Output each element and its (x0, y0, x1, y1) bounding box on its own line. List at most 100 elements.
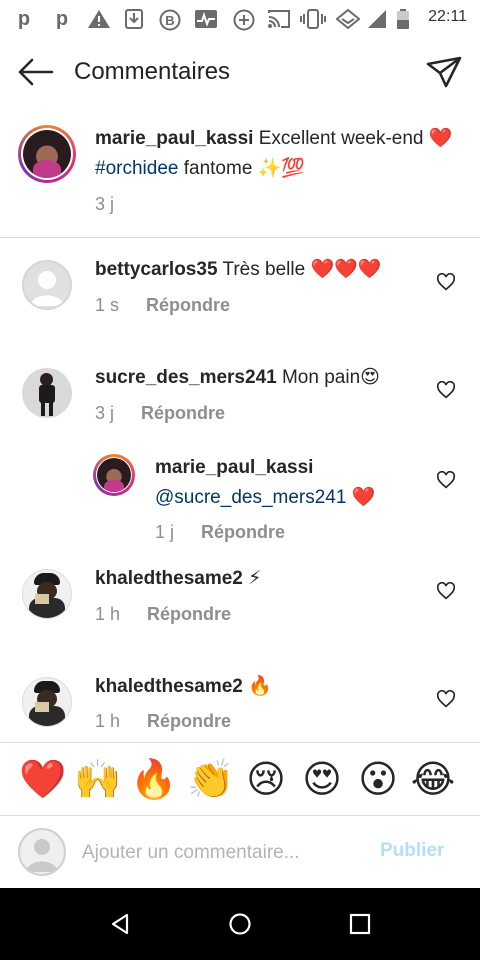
comment-time: 1 j (155, 522, 175, 542)
heart-outline-icon (436, 380, 456, 399)
default-avatar-icon (26, 839, 58, 872)
comment-meta: 1 j Répondre (155, 522, 285, 543)
comment-input[interactable] (82, 836, 362, 870)
comment-body: ❤️ (346, 487, 376, 508)
pulse-icon (194, 9, 218, 29)
reply-button[interactable]: Répondre (147, 604, 231, 624)
divider (0, 815, 480, 816)
download-icon (124, 9, 144, 29)
comment-time: 1 h (95, 711, 121, 731)
page-title: Commentaires (74, 58, 231, 85)
avatar (23, 130, 71, 178)
nav-recents-button[interactable] (348, 912, 372, 936)
emoji-laughing-button[interactable]: 😂 (409, 756, 457, 804)
avatar (97, 458, 131, 492)
nav-home-button[interactable] (228, 912, 252, 936)
avatar[interactable] (22, 677, 72, 727)
avatar-story-ring[interactable] (93, 454, 135, 496)
own-avatar (18, 828, 66, 876)
caption-time: 3 j (95, 194, 115, 214)
default-avatar-icon (30, 271, 64, 306)
comment-username[interactable]: bettycarlos35 (95, 259, 218, 280)
heart-outline-icon (436, 689, 456, 708)
like-button[interactable] (436, 380, 458, 403)
caption-body-end: fantome ✨💯 (178, 158, 305, 179)
like-button[interactable] (436, 581, 458, 604)
avatar[interactable] (22, 368, 72, 418)
like-button[interactable] (436, 689, 458, 712)
signal-icon (366, 9, 388, 29)
comment-username[interactable]: khaledthesame2 (95, 676, 243, 697)
p-icon: p (17, 8, 31, 30)
like-button[interactable] (436, 470, 458, 493)
system-nav-bar (0, 888, 480, 960)
divider (0, 742, 480, 743)
add-circle-icon (232, 9, 256, 31)
like-button[interactable] (436, 272, 458, 295)
heart-outline-icon (436, 470, 456, 489)
comment-time: 1 h (95, 604, 121, 624)
p-icon: p (55, 8, 69, 30)
comment-username[interactable]: khaledthesame2 (95, 568, 243, 589)
comment-text: khaledthesame2 ⚡ (95, 564, 425, 594)
circle-home-icon (229, 913, 251, 935)
status-bar: p p B 22:11 (0, 0, 480, 36)
publish-button[interactable]: Publier (380, 840, 444, 862)
comment-meta: 3 j Répondre (95, 403, 225, 424)
emoji-surprised-button[interactable]: 😮 (354, 756, 402, 804)
comment-username[interactable]: marie_paul_kassi (155, 457, 313, 478)
emoji-clapping-button[interactable]: 👏 (187, 756, 235, 804)
back-button[interactable] (16, 54, 56, 90)
reply-button[interactable]: Répondre (201, 522, 285, 542)
comment-time: 1 s (95, 295, 120, 315)
battery-icon (396, 9, 410, 29)
heart-outline-icon (436, 272, 456, 291)
nav-back-button[interactable] (108, 912, 132, 936)
comment-meta: 1 s Répondre (95, 295, 230, 316)
triangle-back-icon (111, 913, 129, 935)
comment-text: @sucre_des_mers241 ❤️ (155, 483, 430, 513)
caption-username[interactable]: marie_paul_kassi (95, 128, 253, 149)
b-circle-icon: B (158, 9, 182, 31)
comment-body: ⚡ (242, 568, 262, 589)
reply-button[interactable]: Répondre (141, 403, 225, 423)
square-recents-icon (349, 913, 371, 935)
comment-text: khaledthesame2 🔥 (95, 672, 425, 702)
vibrate-icon (300, 9, 326, 29)
emoji-fire-button[interactable]: 🔥 (130, 756, 178, 804)
emoji-raised-hands-button[interactable]: 🙌 (74, 756, 122, 804)
comment-text: sucre_des_mers241 Mon pain😍 (95, 363, 425, 393)
paper-plane-icon (426, 56, 462, 88)
avatar[interactable] (22, 569, 72, 619)
comment-time: 3 j (95, 403, 115, 423)
avatar[interactable] (22, 260, 72, 310)
svg-text:B: B (165, 13, 174, 28)
clock: 22:11 (428, 8, 467, 25)
heart-outline-icon (436, 581, 456, 600)
emoji-red-heart-button[interactable]: ❤️ (19, 756, 67, 804)
cast-icon (266, 9, 292, 29)
reply-button[interactable]: Répondre (146, 295, 230, 315)
emoji-heart-eyes-button[interactable]: 😍 (298, 756, 346, 804)
caption-body: Excellent week-end ❤️ (253, 128, 453, 149)
hashtag-link[interactable]: #orchidee (95, 158, 178, 179)
caption-text: marie_paul_kassi Excellent week-end ❤️ #… (95, 124, 465, 184)
comment-body: Très belle ❤️❤️❤️ (217, 259, 382, 280)
comment-username[interactable]: sucre_des_mers241 (95, 367, 277, 388)
comment-body: Mon pain😍 (276, 367, 380, 388)
emoji-crying-button[interactable]: 😢 (242, 756, 290, 804)
divider (0, 237, 480, 238)
comment-text: bettycarlos35 Très belle ❤️❤️❤️ (95, 255, 425, 285)
top-app-bar: Commentaires (0, 36, 480, 108)
avatar-story-ring[interactable] (18, 125, 76, 183)
share-button[interactable] (424, 54, 464, 90)
comment-meta: 1 h Répondre (95, 604, 231, 625)
mention-link[interactable]: @sucre_des_mers241 (155, 487, 346, 508)
data-saver-icon (335, 8, 361, 30)
back-arrow-icon (18, 58, 54, 86)
warning-icon (86, 9, 112, 29)
comment-body: 🔥 (242, 676, 272, 697)
comment-meta: 1 h Répondre (95, 711, 231, 732)
comment-text: marie_paul_kassi (155, 453, 430, 483)
reply-button[interactable]: Répondre (147, 711, 231, 731)
